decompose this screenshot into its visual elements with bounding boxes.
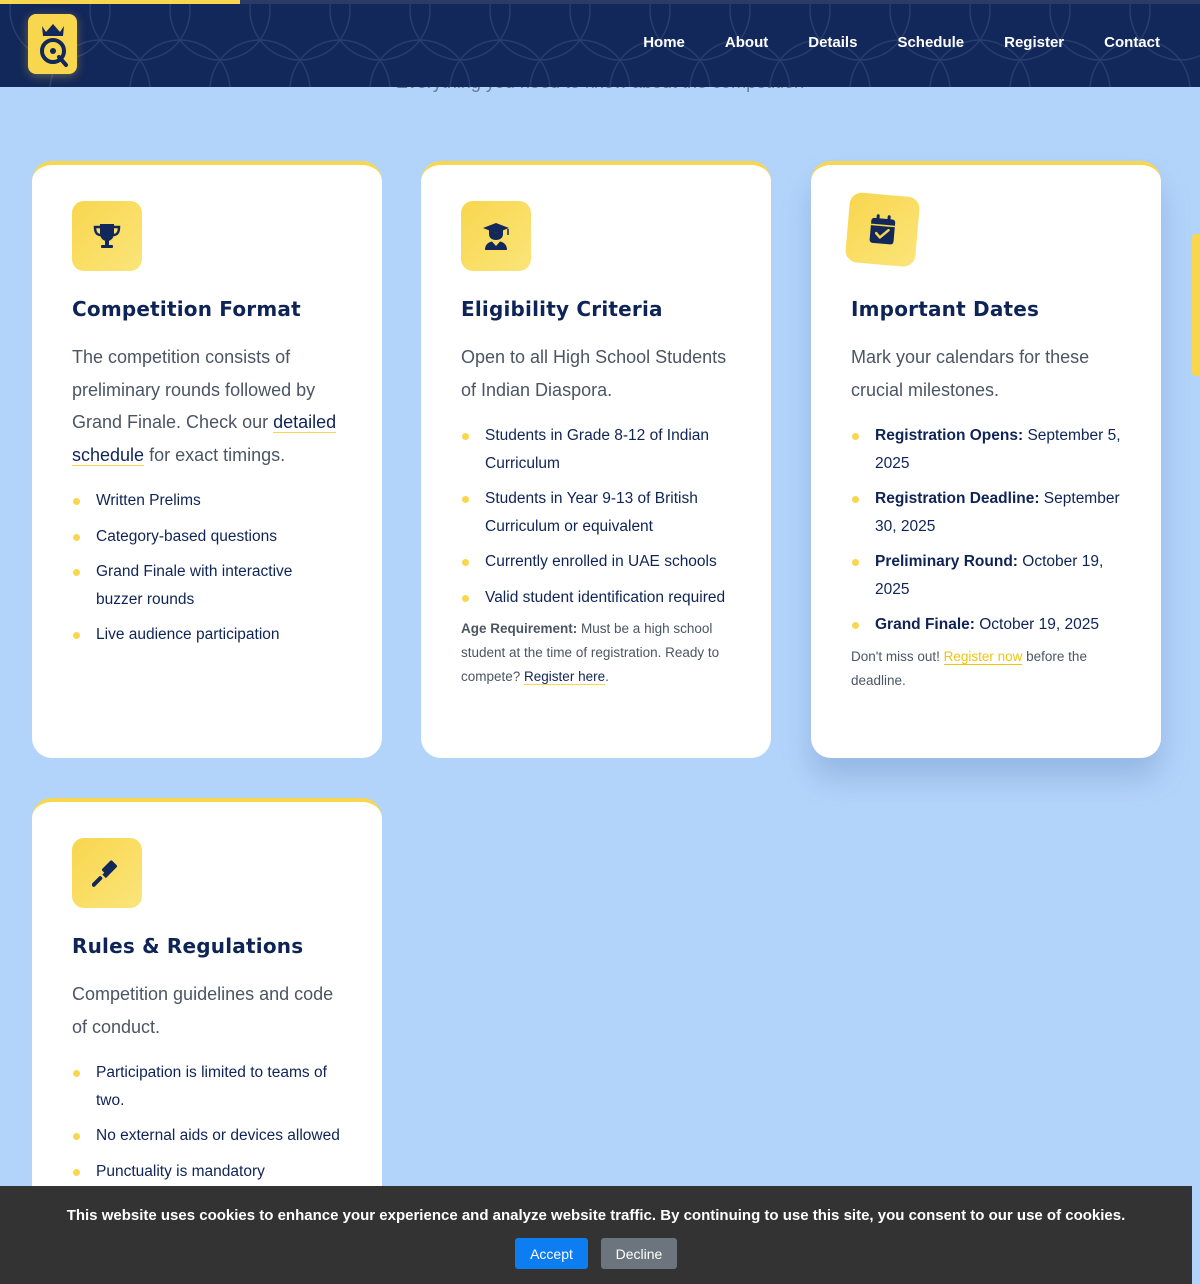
card-title: Competition Format: [72, 297, 301, 321]
site-header: Home About Details Schedule Register Con…: [0, 0, 1200, 87]
dates-list: Registration Opens: September 5, 2025 Re…: [851, 422, 1121, 639]
card-description: The competition consists of preliminary …: [72, 347, 337, 466]
calendar-check-icon: [844, 191, 921, 268]
card-title: Important Dates: [851, 297, 1040, 321]
deadline-note: Don't miss out! Register now before the …: [851, 648, 1087, 688]
list-item: Students in Grade 8-12 of Indian Curricu…: [461, 422, 731, 477]
format-list: Written Prelims Category-based questions…: [72, 487, 342, 649]
list-item: Currently enrolled in UAE schools: [461, 548, 731, 576]
cookie-message: This website uses cookies to enhance you…: [66, 1207, 1126, 1224]
scroll-progress-track: [0, 0, 1200, 4]
main-nav: Home About Details Schedule Register Con…: [643, 34, 1160, 51]
card-description: Open to all High School Students of Indi…: [461, 347, 727, 400]
list-item: Registration Deadline: September 30, 202…: [851, 485, 1121, 540]
card-title: Eligibility Criteria: [461, 297, 663, 321]
list-item: Participation is limited to teams of two…: [72, 1059, 342, 1114]
register-now-link[interactable]: Register now: [943, 648, 1023, 665]
card-competition-format: Competition Format The competition consi…: [32, 161, 382, 758]
card-rules-regulations: Rules & Regulations Competition guidelin…: [32, 798, 382, 1238]
list-item: Registration Opens: September 5, 2025: [851, 422, 1121, 477]
decline-cookies-button[interactable]: Decline: [601, 1238, 677, 1269]
list-item: Category-based questions: [72, 523, 342, 551]
cookie-actions: Accept Decline: [0, 1238, 1192, 1269]
nav-home[interactable]: Home: [643, 34, 685, 51]
trophy-icon: [72, 201, 142, 271]
accept-cookies-button[interactable]: Accept: [515, 1238, 588, 1269]
nav-about[interactable]: About: [725, 34, 768, 51]
list-item: Written Prelims: [72, 487, 342, 515]
scroll-progress-bar: [0, 0, 240, 4]
list-item: Students in Year 9-13 of British Curricu…: [461, 485, 731, 540]
eligibility-list: Students in Grade 8-12 of Indian Curricu…: [461, 422, 731, 611]
rules-list: Participation is limited to teams of two…: [72, 1059, 342, 1185]
list-item: Punctuality is mandatory: [72, 1158, 342, 1186]
list-item: Valid student identification required: [461, 584, 731, 612]
gavel-icon: [72, 838, 142, 908]
nav-details[interactable]: Details: [808, 34, 857, 51]
age-requirement-note: Age Requirement: Must be a high school s…: [461, 621, 720, 685]
nav-register[interactable]: Register: [1004, 34, 1064, 51]
site-logo[interactable]: [28, 14, 77, 74]
nav-contact[interactable]: Contact: [1104, 34, 1160, 51]
card-description: Competition guidelines and code of condu…: [72, 984, 334, 1037]
cookie-banner: This website uses cookies to enhance you…: [0, 1186, 1192, 1284]
card-description: Mark your calendars for these crucial mi…: [851, 347, 1090, 400]
graduate-icon: [461, 201, 531, 271]
card-important-dates: Important Dates Mark your calendars for …: [811, 161, 1161, 758]
list-item: Preliminary Round: October 19, 2025: [851, 548, 1121, 603]
list-item: Grand Finale with interactive buzzer rou…: [72, 558, 342, 613]
quiz-crown-logo-icon: [39, 24, 68, 67]
card-title: Rules & Regulations: [72, 934, 304, 958]
page-scrollbar-thumb[interactable]: [1192, 234, 1200, 376]
list-item: Grand Finale: October 19, 2025: [851, 611, 1121, 639]
register-here-link[interactable]: Register here: [524, 669, 606, 685]
card-eligibility-criteria: Eligibility Criteria Open to all High Sc…: [421, 161, 771, 758]
nav-schedule[interactable]: Schedule: [897, 34, 964, 51]
list-item: No external aids or devices allowed: [72, 1122, 342, 1150]
list-item: Live audience participation: [72, 621, 342, 649]
